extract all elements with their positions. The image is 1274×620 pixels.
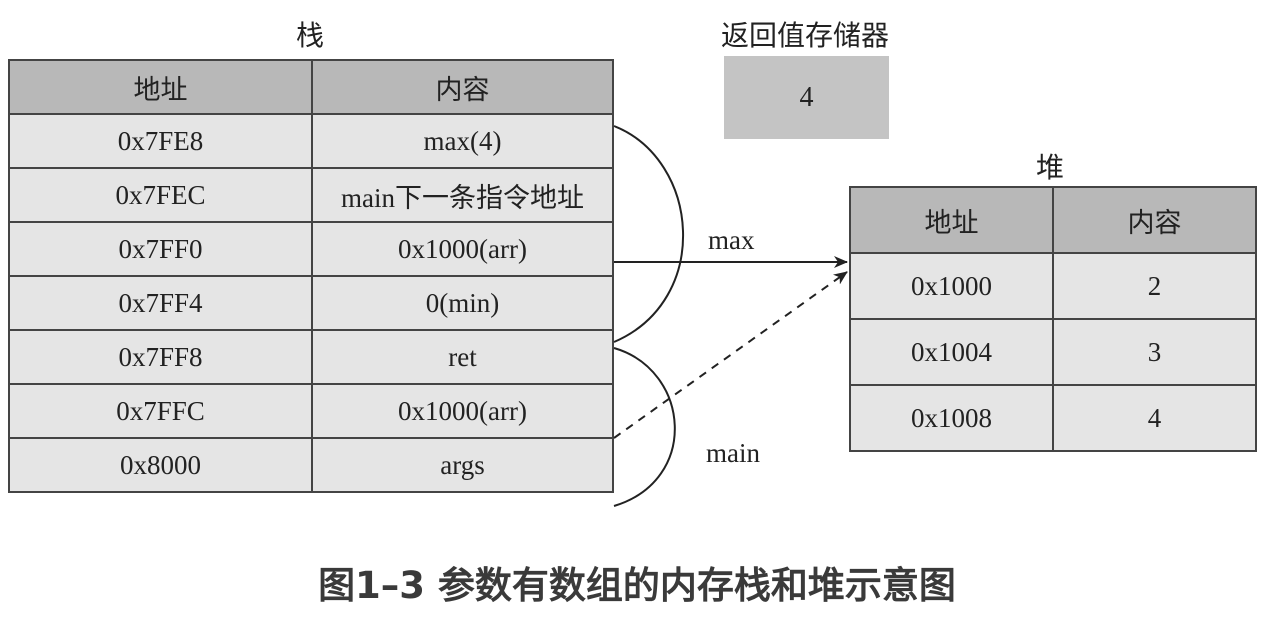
main-arr-pointer-arrow — [613, 271, 848, 439]
main-frame-brace — [613, 347, 676, 507]
max-frame-label: max — [708, 225, 755, 255]
frame-connectors — [613, 125, 848, 507]
main-frame-label: main — [706, 438, 760, 468]
max-frame-brace — [613, 125, 685, 343]
figure-caption: 图1–3 参数有数组的内存栈和堆示意图 — [318, 564, 956, 607]
